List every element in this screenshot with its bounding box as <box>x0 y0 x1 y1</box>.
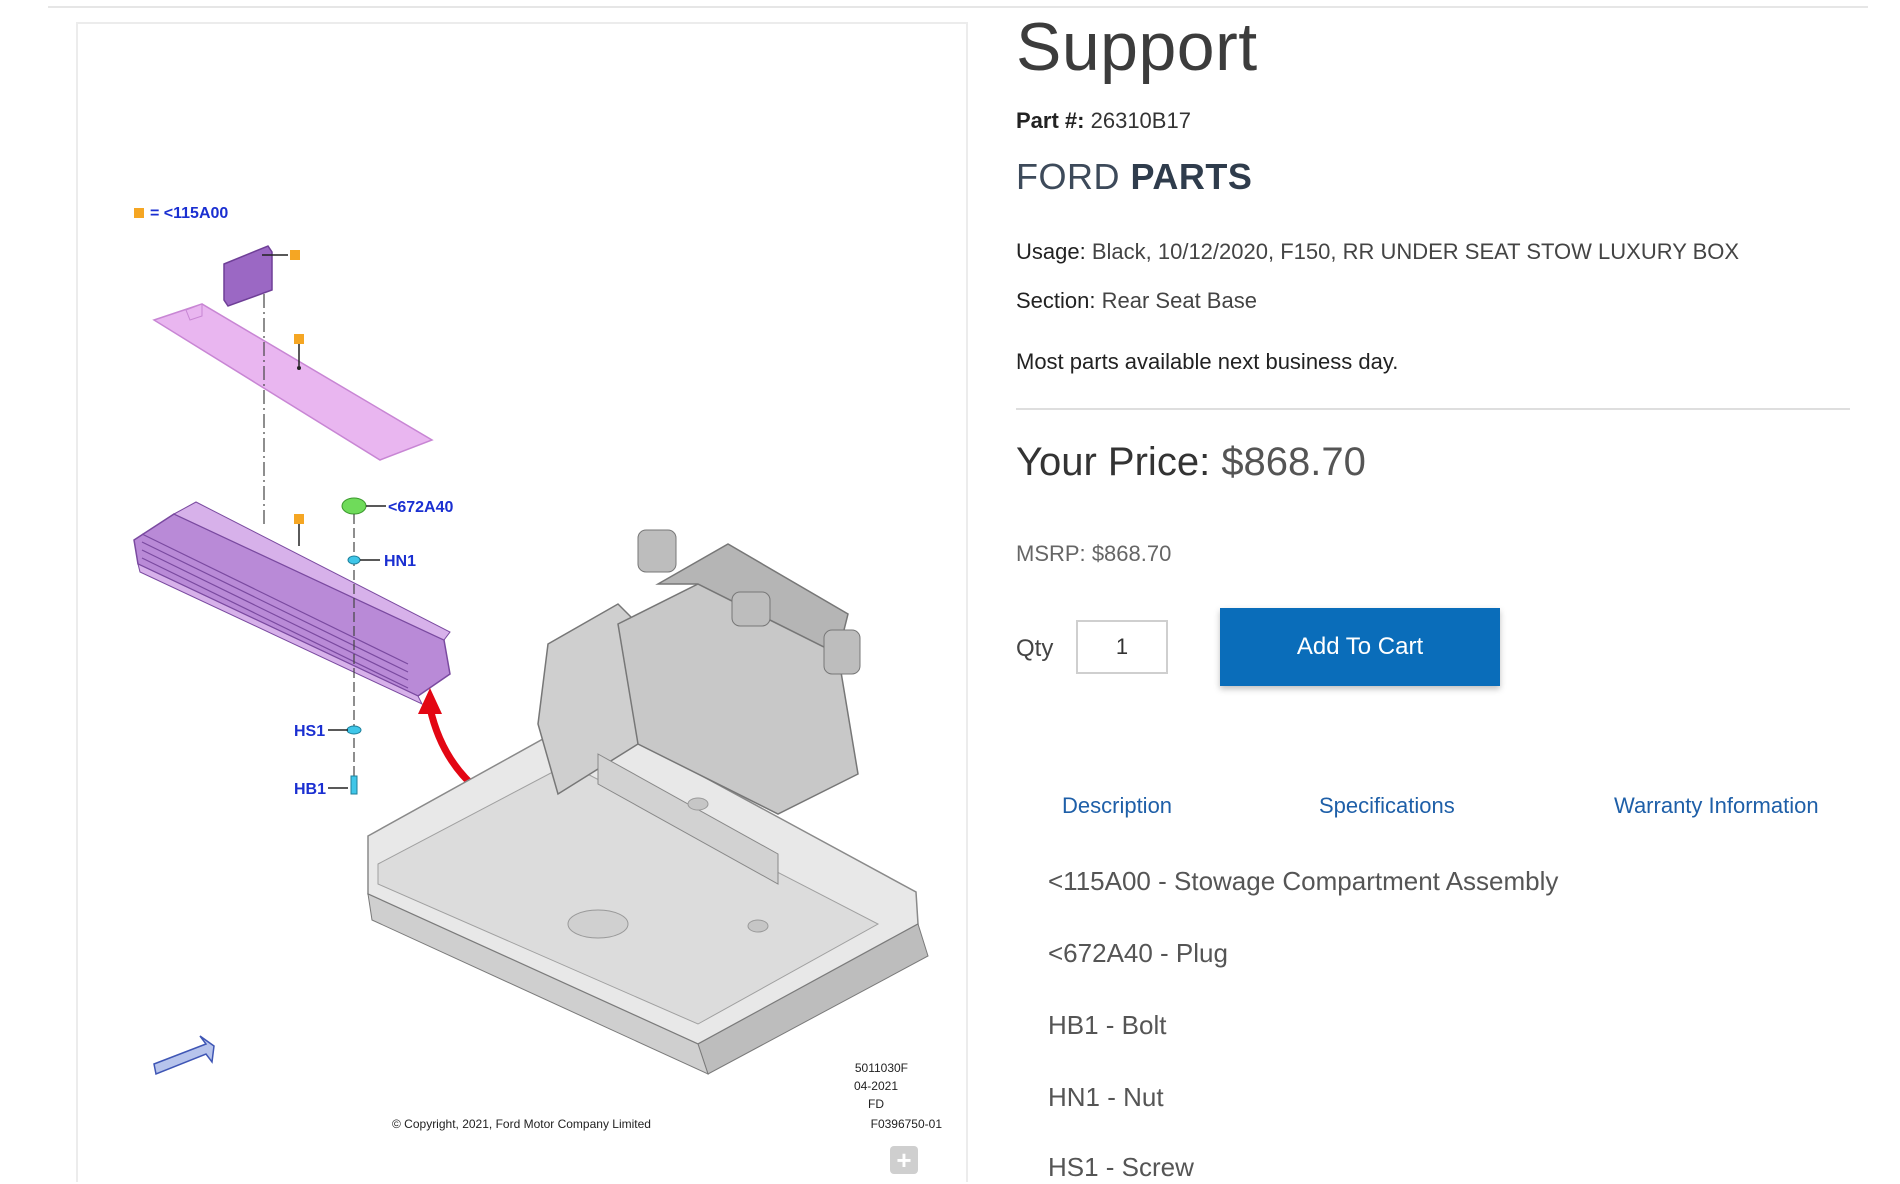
brand-light: FORD <box>1016 156 1120 197</box>
description-item-115a00: <115A00 - Stowage Compartment Assembly <box>1048 866 1559 896</box>
plug-part <box>341 497 367 515</box>
callout-hs1: HS1 <box>294 723 325 740</box>
callout-hb1: HB1 <box>294 781 326 798</box>
qty-input[interactable] <box>1076 620 1168 674</box>
product-title: Support <box>1016 9 1258 85</box>
info-divider <box>1016 408 1850 410</box>
zoom-plus-icon[interactable]: + <box>890 1146 918 1174</box>
qty-label: Qty <box>1016 635 1054 662</box>
msrp-label: MSRP: <box>1016 541 1086 566</box>
part-number-value: 26310B17 <box>1090 108 1191 133</box>
diagram-code-1: 5011030F <box>855 1061 908 1075</box>
availability-note: Most parts available next business day. <box>1016 349 1399 374</box>
description-item-hs1: HS1 - Screw <box>1048 1152 1194 1182</box>
brand-name: FORD PARTS <box>1016 156 1252 198</box>
add-to-cart-button[interactable]: Add To Cart <box>1220 608 1500 686</box>
description-item-672a40: <672A40 - Plug <box>1048 938 1228 968</box>
part-number-label: Part #: <box>1016 108 1085 133</box>
part-number-row: Part #: 26310B17 <box>1016 108 1191 134</box>
usage-row: Usage: Black, 10/12/2020, F150, RR UNDER… <box>1016 239 1739 265</box>
section-value: Rear Seat Base <box>1101 288 1257 313</box>
parts-diagram: = <115A00 <672A40 HN1 HS1 HB1 5011030F 0… <box>133 205 943 1131</box>
parts-diagram-panel[interactable]: = <115A00 <672A40 HN1 HS1 HB1 5011030F 0… <box>76 22 968 1182</box>
rear-seat-assembly <box>367 529 929 1075</box>
description-item-hb1: HB1 - Bolt <box>1048 1010 1167 1040</box>
diagram-code-2: 04-2021 <box>854 1079 898 1093</box>
top-divider <box>48 6 1868 8</box>
callout-672a40: <672A40 <box>388 499 453 516</box>
mat-part <box>152 303 434 461</box>
your-price-value: $868.70 <box>1221 440 1366 484</box>
direction-arrow-icon <box>153 1035 215 1076</box>
tab-description[interactable]: Description <box>1062 793 1172 819</box>
legend-label: = <115A00 <box>150 205 228 222</box>
callout-hn1: HN1 <box>384 553 416 570</box>
diagram-copyright: © Copyright, 2021, Ford Motor Company Li… <box>392 1117 651 1131</box>
diagram-code-4: F0396750-01 <box>871 1117 943 1131</box>
usage-label: Usage: <box>1016 239 1086 264</box>
diagram-code-3: FD <box>868 1097 884 1111</box>
msrp-value: $868.70 <box>1091 541 1172 566</box>
tab-specifications[interactable]: Specifications <box>1319 793 1455 819</box>
msrp: MSRP: $868.70 <box>1016 541 1171 567</box>
usage-value: Black, 10/12/2020, F150, RR UNDER SEAT S… <box>1091 239 1740 264</box>
your-price: Your Price: $868.70 <box>1016 440 1366 485</box>
section-label: Section: <box>1016 288 1096 313</box>
legend-marker <box>134 208 144 218</box>
brand-bold: PARTS <box>1130 156 1253 197</box>
tab-warranty-information[interactable]: Warranty Information <box>1614 793 1819 819</box>
section-row: Section: Rear Seat Base <box>1016 288 1257 314</box>
your-price-label: Your Price: <box>1016 440 1211 484</box>
description-item-hn1: HN1 - Nut <box>1048 1082 1164 1112</box>
